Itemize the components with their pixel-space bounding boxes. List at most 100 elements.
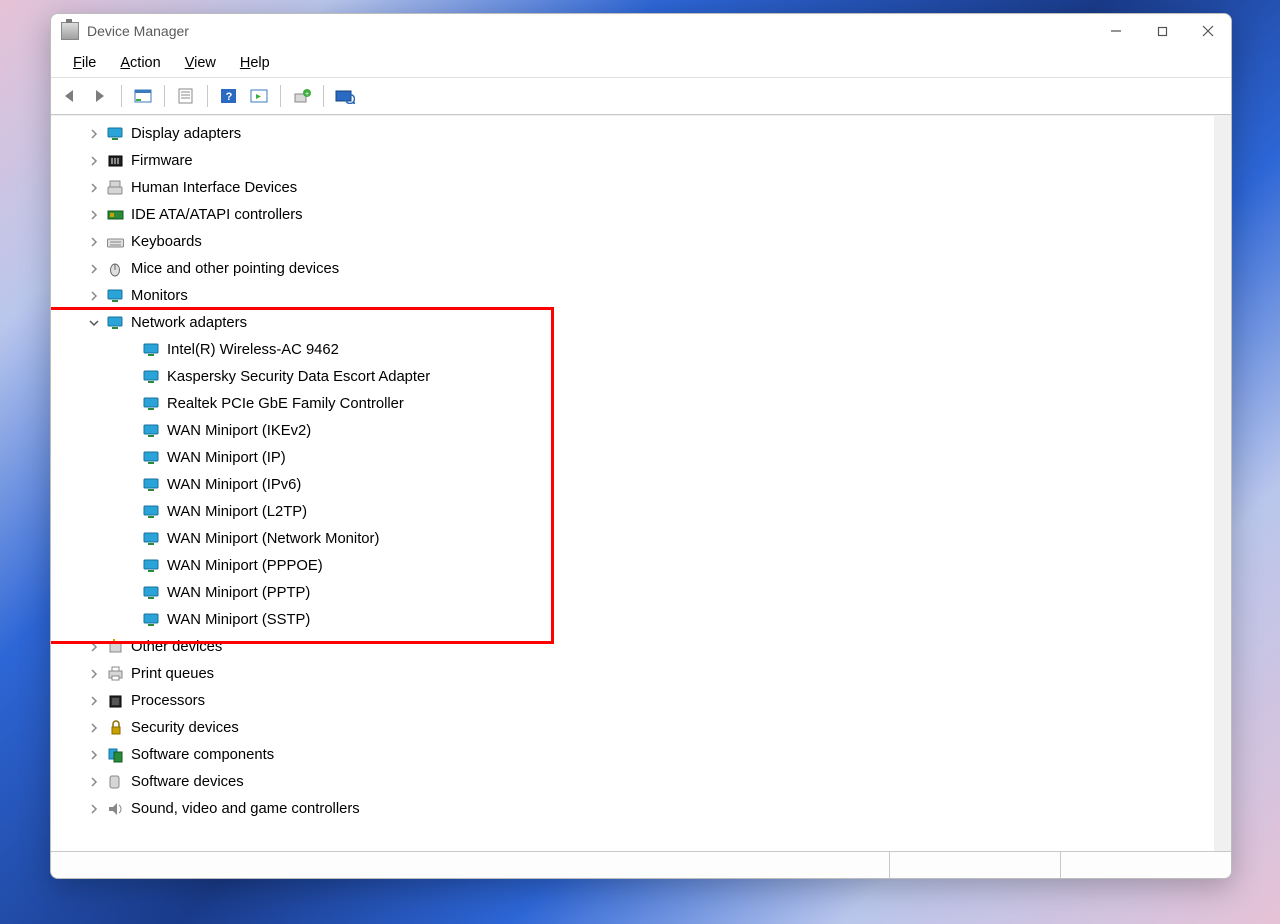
chevron-right-icon[interactable]	[87, 640, 101, 654]
tree-device[interactable]: WAN Miniport (L2TP)	[85, 498, 1231, 525]
maximize-button[interactable]	[1139, 14, 1185, 48]
tree-category-label: Keyboards	[131, 229, 202, 255]
network-icon	[107, 315, 125, 331]
chevron-down-icon[interactable]	[87, 316, 101, 330]
mouse-icon	[107, 261, 125, 277]
chevron-right-icon[interactable]	[87, 748, 101, 762]
toolbar-separator	[164, 85, 165, 107]
display-icon	[107, 126, 125, 142]
scan-hardware-button[interactable]	[332, 84, 358, 108]
chevron-right-icon[interactable]	[87, 181, 101, 195]
menu-bar: File Action View Help	[51, 48, 1231, 78]
menu-help[interactable]: Help	[228, 52, 282, 74]
menu-view[interactable]: View	[173, 52, 228, 74]
status-cell	[1060, 852, 1231, 878]
chevron-right-icon[interactable]	[87, 127, 101, 141]
net-adapter-icon	[143, 531, 161, 547]
tree-category[interactable]: IDE ATA/ATAPI controllers	[85, 201, 1231, 228]
tree-device[interactable]: Realtek PCIe GbE Family Controller	[85, 390, 1231, 417]
tree-category-label: Network adapters	[131, 310, 247, 336]
net-adapter-icon	[143, 612, 161, 628]
help-button[interactable]: ?	[216, 84, 242, 108]
tree-category[interactable]: Print queues	[85, 660, 1231, 687]
tree-category[interactable]: Network adapters	[85, 309, 1231, 336]
tree-category-label: Processors	[131, 688, 205, 714]
tree-device-label: WAN Miniport (IKEv2)	[167, 418, 311, 444]
tree-category-label: Software devices	[131, 769, 244, 795]
device-manager-window: Device Manager File Action View Help	[50, 13, 1232, 879]
printer-icon	[107, 666, 125, 682]
device-manager-icon	[61, 22, 79, 40]
tree-device[interactable]: WAN Miniport (IP)	[85, 444, 1231, 471]
tree-category[interactable]: Display adapters	[85, 120, 1231, 147]
tree-category[interactable]: Monitors	[85, 282, 1231, 309]
window-title: Device Manager	[87, 23, 189, 39]
tree-device[interactable]: WAN Miniport (PPPOE)	[85, 552, 1231, 579]
chevron-right-icon[interactable]	[87, 154, 101, 168]
tree-category-label: Software components	[131, 742, 274, 768]
tree-device[interactable]: WAN Miniport (IKEv2)	[85, 417, 1231, 444]
tree-device[interactable]: WAN Miniport (Network Monitor)	[85, 525, 1231, 552]
security-icon	[107, 720, 125, 736]
nav-back-button[interactable]	[57, 84, 83, 108]
chevron-right-icon[interactable]	[87, 289, 101, 303]
net-adapter-icon	[143, 342, 161, 358]
show-hide-console-tree-button[interactable]	[130, 84, 156, 108]
tree-device[interactable]: WAN Miniport (PPTP)	[85, 579, 1231, 606]
tree-category[interactable]: Sound, video and game controllers	[85, 795, 1231, 822]
tree-device-label: Kaspersky Security Data Escort Adapter	[167, 364, 430, 390]
toolbar-separator	[121, 85, 122, 107]
toolbar-separator	[323, 85, 324, 107]
tree-category[interactable]: Software components	[85, 741, 1231, 768]
net-adapter-icon	[143, 450, 161, 466]
keyboard-icon	[107, 234, 125, 250]
nav-forward-button[interactable]	[87, 84, 113, 108]
net-adapter-icon	[143, 396, 161, 412]
tree-device-label: WAN Miniport (L2TP)	[167, 499, 307, 525]
firmware-icon	[107, 153, 125, 169]
chevron-right-icon[interactable]	[87, 721, 101, 735]
tree-category[interactable]: Firmware	[85, 147, 1231, 174]
chevron-right-icon[interactable]	[87, 667, 101, 681]
tree-device[interactable]: WAN Miniport (IPv6)	[85, 471, 1231, 498]
tree-category-label: IDE ATA/ATAPI controllers	[131, 202, 303, 228]
tree-category[interactable]: Processors	[85, 687, 1231, 714]
properties-button[interactable]	[173, 84, 199, 108]
tree-device-label: WAN Miniport (IPv6)	[167, 472, 301, 498]
device-tree-pane[interactable]: Display adaptersFirmwareHuman Interface …	[51, 115, 1231, 851]
chevron-right-icon[interactable]	[87, 208, 101, 222]
title-bar[interactable]: Device Manager	[51, 14, 1231, 48]
tree-category-label: Monitors	[131, 283, 188, 309]
svg-text:+: +	[305, 91, 309, 98]
status-cell	[889, 852, 1060, 878]
chevron-right-icon[interactable]	[87, 694, 101, 708]
tree-category[interactable]: Software devices	[85, 768, 1231, 795]
tree-category[interactable]: Security devices	[85, 714, 1231, 741]
tree-category[interactable]: Human Interface Devices	[85, 174, 1231, 201]
vertical-scrollbar[interactable]	[1214, 116, 1231, 851]
close-button[interactable]	[1185, 14, 1231, 48]
tree-device[interactable]: Intel(R) Wireless-AC 9462	[85, 336, 1231, 363]
tree-category-label: Mice and other pointing devices	[131, 256, 339, 282]
tree-device-label: Realtek PCIe GbE Family Controller	[167, 391, 404, 417]
minimize-button[interactable]	[1093, 14, 1139, 48]
tree-device[interactable]: WAN Miniport (SSTP)	[85, 606, 1231, 633]
chevron-right-icon[interactable]	[87, 775, 101, 789]
update-driver-button[interactable]	[246, 84, 272, 108]
tree-device[interactable]: Kaspersky Security Data Escort Adapter	[85, 363, 1231, 390]
other-icon	[107, 639, 125, 655]
softcomp-icon	[107, 747, 125, 763]
chevron-right-icon[interactable]	[87, 235, 101, 249]
uninstall-device-button[interactable]: +	[289, 84, 315, 108]
tree-device-label: WAN Miniport (Network Monitor)	[167, 526, 379, 552]
tree-category[interactable]: Mice and other pointing devices	[85, 255, 1231, 282]
tree-category-label: Other devices	[131, 634, 222, 660]
chevron-right-icon[interactable]	[87, 262, 101, 276]
menu-file[interactable]: File	[61, 52, 108, 74]
tree-category[interactable]: Keyboards	[85, 228, 1231, 255]
menu-action[interactable]: Action	[108, 52, 172, 74]
chevron-right-icon[interactable]	[87, 802, 101, 816]
status-cell	[51, 852, 889, 878]
tree-category[interactable]: Other devices	[85, 633, 1231, 660]
toolbar-separator	[280, 85, 281, 107]
